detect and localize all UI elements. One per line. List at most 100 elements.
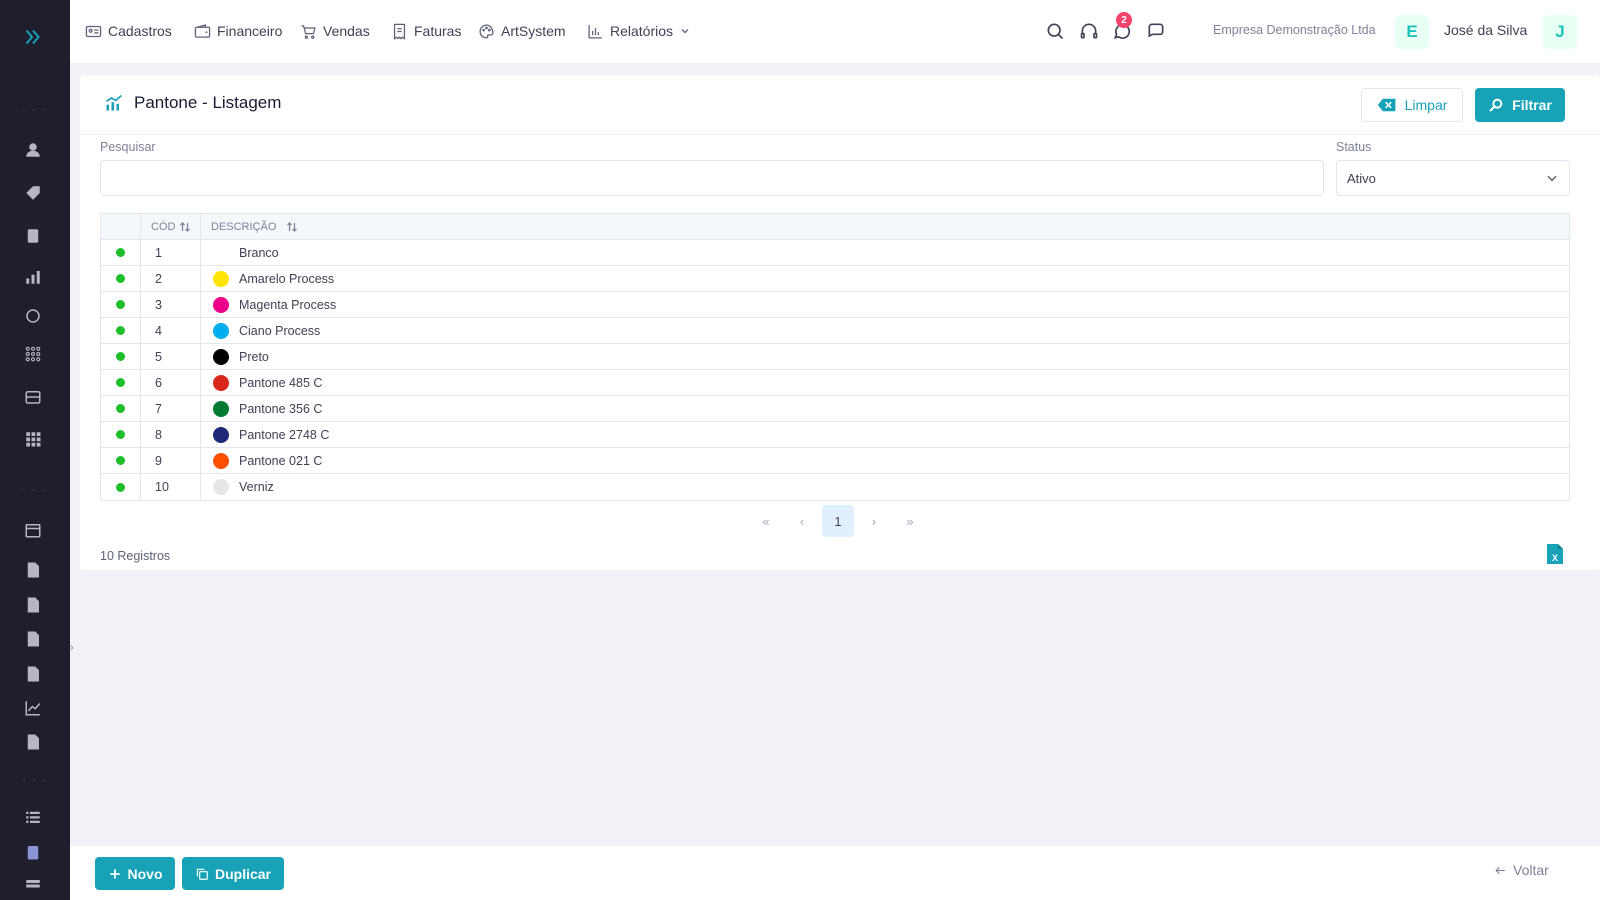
- current-page-button[interactable]: 1: [822, 505, 854, 537]
- pantone-table: CÓD DESCRIÇÃO 1 Branco 2 Amarelo Process 3 Ma…: [100, 213, 1570, 501]
- prev-page-button[interactable]: ‹: [786, 505, 818, 537]
- apps-icon[interactable]: [24, 430, 42, 448]
- filter-button-label: Filtrar: [1512, 97, 1552, 113]
- document-icon[interactable]: [24, 561, 42, 579]
- search-input[interactable]: [100, 160, 1324, 196]
- sidebar-separator: · · ·: [22, 485, 48, 496]
- table-row[interactable]: 2 Amarelo Process: [101, 266, 1569, 292]
- nav-artsystem[interactable]: ArtSystem: [478, 20, 566, 42]
- clear-button[interactable]: Limpar: [1361, 88, 1463, 122]
- svg-text:X: X: [1552, 553, 1558, 563]
- stack-icon[interactable]: [24, 877, 42, 895]
- description-text: Pantone 2748 C: [239, 427, 330, 442]
- status-cell: [101, 448, 141, 473]
- table-row[interactable]: 9 Pantone 021 C: [101, 448, 1569, 474]
- description-text: Verniz: [239, 480, 274, 494]
- status-cell: [101, 318, 141, 343]
- status-column-header: [101, 214, 141, 239]
- color-swatch: [213, 348, 229, 365]
- status-select-value: Ativo: [1347, 170, 1376, 186]
- color-swatch: [213, 296, 229, 313]
- list-icon[interactable]: [24, 808, 42, 826]
- document-icon[interactable]: [24, 596, 42, 614]
- description-header-label: DESCRIÇÃO: [211, 220, 277, 233]
- id-card-icon: [85, 25, 102, 37]
- table-row[interactable]: 8 Pantone 2748 C: [101, 422, 1569, 448]
- excel-export-icon[interactable]: X: [1546, 543, 1564, 565]
- inbox-icon[interactable]: [24, 388, 42, 406]
- status-active-dot: [116, 482, 125, 492]
- next-page-button[interactable]: ›: [858, 505, 890, 537]
- first-page-button[interactable]: «: [750, 505, 782, 537]
- nav-label: Cadastros: [108, 23, 172, 39]
- headset-icon[interactable]: [1079, 21, 1101, 43]
- document-icon[interactable]: [24, 665, 42, 683]
- code-header-label: CÓD: [151, 220, 176, 233]
- status-cell: [101, 292, 141, 317]
- chevron-down-icon: [681, 29, 689, 34]
- book-icon[interactable]: [24, 227, 42, 245]
- calendar-icon[interactable]: [24, 521, 42, 539]
- new-button[interactable]: Novo: [95, 857, 175, 890]
- description-text: Pantone 485 C: [239, 375, 323, 390]
- card-header: Pantone - Listagem Limpar Filtrar: [80, 75, 1600, 135]
- filter-button[interactable]: Filtrar: [1475, 88, 1565, 122]
- status-cell: [101, 422, 141, 447]
- document-icon[interactable]: [24, 630, 42, 648]
- status-cell: [101, 474, 141, 500]
- color-swatch: [213, 322, 229, 339]
- color-swatch: [213, 400, 229, 417]
- status-cell: [101, 370, 141, 395]
- status-select[interactable]: Ativo: [1336, 160, 1570, 196]
- table-row[interactable]: 3 Magenta Process: [101, 292, 1569, 318]
- table-row[interactable]: 10 Verniz: [101, 474, 1569, 500]
- sidebar-separator: · · ·: [22, 775, 48, 786]
- nav-financeiro[interactable]: Financeiro: [194, 20, 282, 42]
- description-cell: Verniz: [201, 474, 1569, 500]
- description-cell: Pantone 2748 C: [201, 422, 1569, 447]
- sidebar-collapse-handle[interactable]: ›: [70, 642, 78, 654]
- company-avatar[interactable]: E: [1395, 15, 1429, 49]
- user-name[interactable]: José da Silva: [1444, 22, 1527, 38]
- search-icon: [1489, 98, 1503, 112]
- whatsapp-icon[interactable]: [24, 307, 42, 325]
- chart-icon[interactable]: [24, 268, 42, 286]
- nav-faturas[interactable]: Faturas: [391, 20, 461, 42]
- nav-vendas[interactable]: Vendas: [300, 20, 370, 42]
- expand-sidebar-icon[interactable]: [22, 26, 44, 48]
- table-row[interactable]: 7 Pantone 356 C: [101, 396, 1569, 422]
- last-page-button[interactable]: »: [894, 505, 926, 537]
- grid-dots-icon[interactable]: [24, 345, 42, 363]
- status-active-dot: [116, 326, 125, 335]
- duplicate-button[interactable]: Duplicar: [182, 857, 284, 890]
- line-chart-icon[interactable]: [24, 699, 42, 717]
- table-row[interactable]: 6 Pantone 485 C: [101, 370, 1569, 396]
- description-cell: Preto: [201, 344, 1569, 369]
- code-column-header[interactable]: CÓD: [141, 214, 201, 239]
- table-row[interactable]: 1 Branco: [101, 240, 1569, 266]
- document-icon[interactable]: [24, 733, 42, 751]
- description-cell: Magenta Process: [201, 292, 1569, 317]
- wallet-icon: [194, 23, 211, 38]
- tag-icon[interactable]: [24, 184, 42, 202]
- duplicate-button-label: Duplicar: [214, 865, 271, 882]
- status-active-dot: [116, 430, 125, 439]
- clipboard-icon[interactable]: [24, 843, 42, 861]
- back-button[interactable]: Voltar: [1494, 862, 1549, 878]
- chat-icon[interactable]: [1146, 21, 1168, 43]
- search-icon[interactable]: [1045, 21, 1067, 43]
- footer-bar: Novo Duplicar Voltar: [70, 846, 1600, 900]
- page-title-text: Pantone - Listagem: [134, 93, 282, 112]
- description-text: Preto: [239, 349, 269, 364]
- user-avatar[interactable]: J: [1543, 15, 1577, 49]
- users-icon[interactable]: [24, 141, 42, 159]
- nav-label: Vendas: [323, 23, 370, 39]
- listing-card: Pantone - Listagem Limpar Filtrar Pesqui…: [80, 75, 1600, 570]
- plus-icon: [109, 868, 120, 879]
- nav-cadastros[interactable]: Cadastros: [85, 20, 172, 42]
- nav-relatorios[interactable]: Relatórios: [587, 20, 691, 42]
- table-row[interactable]: 5 Preto: [101, 344, 1569, 370]
- table-row[interactable]: 4 Ciano Process: [101, 318, 1569, 344]
- company-name[interactable]: Empresa Demonstração Ltda: [1213, 23, 1376, 37]
- description-column-header[interactable]: DESCRIÇÃO: [201, 214, 1569, 239]
